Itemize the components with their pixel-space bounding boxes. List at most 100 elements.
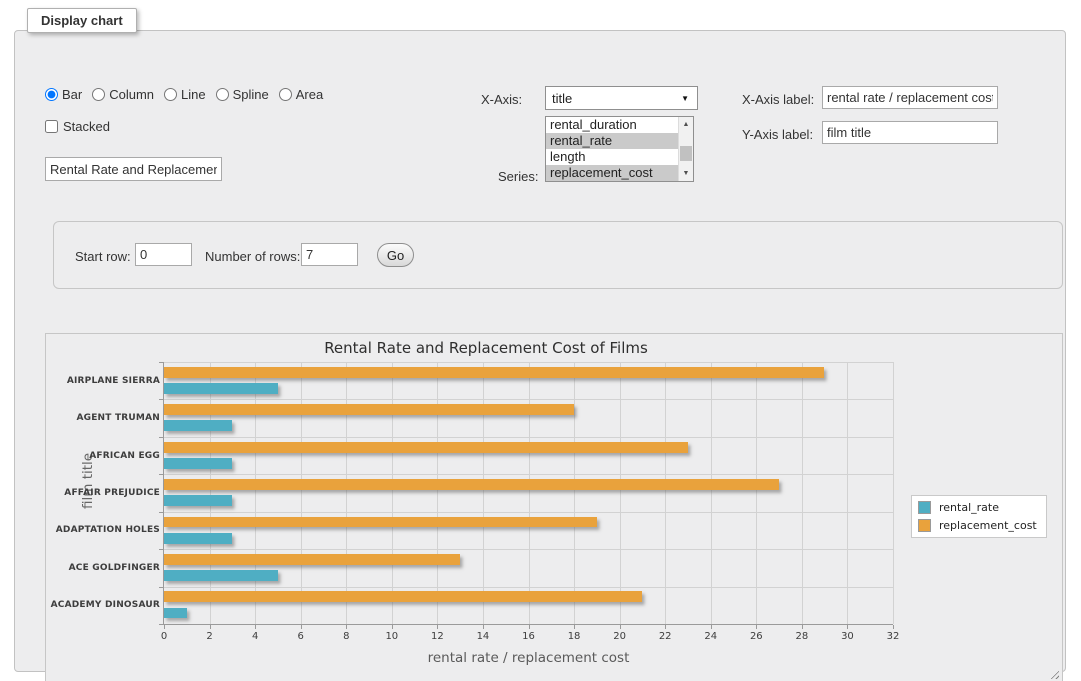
bar <box>164 495 232 506</box>
xtick-label: 12 <box>431 631 444 642</box>
axis-line <box>163 624 893 625</box>
grid-v <box>847 362 848 624</box>
tickmark <box>756 625 757 629</box>
tickmark <box>802 625 803 629</box>
cat-label: AFFAIR PREJUDICE <box>48 488 160 498</box>
num-rows-label: Number of rows: <box>205 249 300 264</box>
go-button[interactable]: Go <box>377 243 414 267</box>
grid-v <box>346 362 347 624</box>
grid-v <box>210 362 211 624</box>
xtick-label: 2 <box>206 631 212 642</box>
xtick-label: 16 <box>522 631 535 642</box>
series-option-rental_rate[interactable]: rental_rate <box>546 133 678 149</box>
grid-h <box>164 549 893 550</box>
legend-swatch <box>918 501 931 514</box>
bar <box>164 554 460 565</box>
stacked-label: Stacked <box>63 119 110 134</box>
chart-type-column[interactable]: Column <box>92 87 154 102</box>
chart-legend: rental_rate replacement_cost <box>911 495 1047 538</box>
x-axis-selected-value: title <box>552 91 572 106</box>
grid-v <box>756 362 757 624</box>
series-listbox[interactable]: rental_durationrental_ratelengthreplacem… <box>545 116 694 182</box>
scrollbar-thumb[interactable] <box>680 146 692 161</box>
chart-container: Rental Rate and Replacement Cost of Film… <box>45 333 1063 681</box>
axis-line <box>163 362 164 625</box>
radio-line[interactable] <box>164 88 177 101</box>
grid-h <box>164 587 893 588</box>
x-axis-label-input[interactable] <box>822 86 998 109</box>
cat-label: AIRPLANE SIERRA <box>48 376 160 386</box>
chart-type-area[interactable]: Area <box>279 87 323 102</box>
chart-type-radios: Bar Column Line Spline Area <box>45 87 327 102</box>
bar <box>164 570 278 581</box>
grid-v <box>665 362 666 624</box>
series-option-length[interactable]: length <box>546 149 678 165</box>
scroll-down-icon[interactable]: ▼ <box>679 166 693 181</box>
chevron-down-icon: ▼ <box>681 94 689 103</box>
xtick-label: 24 <box>704 631 717 642</box>
chart-type-bar[interactable]: Bar <box>45 87 82 102</box>
chart-type-label: Line <box>181 87 206 102</box>
chart-type-label: Column <box>109 87 154 102</box>
cat-label: AFRICAN EGG <box>48 451 160 461</box>
num-rows-input[interactable] <box>301 243 358 266</box>
x-axis-label: X-Axis: <box>481 92 522 107</box>
x-axis-select[interactable]: title ▼ <box>545 86 698 110</box>
radio-area[interactable] <box>279 88 292 101</box>
legend-item-rental_rate: rental_rate <box>918 501 1037 514</box>
chart-title-input[interactable] <box>45 157 222 181</box>
plot-area: 02468101214161820222426283032AIRPLANE SI… <box>46 334 1062 681</box>
tickmark <box>392 625 393 629</box>
x-axis-label-field-label: X-Axis label: <box>742 92 814 107</box>
tickmark <box>847 625 848 629</box>
series-label: Series: <box>498 169 538 184</box>
grid-h <box>164 474 893 475</box>
chart-type-spline[interactable]: Spline <box>216 87 269 102</box>
y-axis-label-field-label: Y-Axis label: <box>742 127 813 142</box>
radio-bar[interactable] <box>45 88 58 101</box>
chart-type-label: Spline <box>233 87 269 102</box>
tickmark <box>301 625 302 629</box>
cat-label: ACADEMY DINOSAUR <box>48 600 160 610</box>
grid-h <box>164 399 893 400</box>
series-scrollbar[interactable]: ▲ ▼ <box>678 117 693 181</box>
series-option-replacement_cost[interactable]: replacement_cost <box>546 165 678 181</box>
y-axis-label-input[interactable] <box>822 121 998 144</box>
tickmark <box>483 625 484 629</box>
bar <box>164 458 232 469</box>
grid-v <box>893 362 894 624</box>
panel-title: Display chart <box>27 8 137 33</box>
xtick-label: 18 <box>568 631 581 642</box>
series-listbox-options: rental_durationrental_ratelengthreplacem… <box>546 117 678 181</box>
bar <box>164 479 779 490</box>
legend-item-replacement_cost: replacement_cost <box>918 519 1037 532</box>
page: BarColumnLineSplineArea Stacked X-Axis: … <box>0 0 1081 681</box>
xtick-label: 32 <box>887 631 900 642</box>
legend-label: replacement_cost <box>939 519 1037 532</box>
start-row-label: Start row: <box>75 249 131 264</box>
chart-type-line[interactable]: Line <box>164 87 206 102</box>
grid-v <box>574 362 575 624</box>
xtick-label: 28 <box>796 631 809 642</box>
display-chart-panel: BarColumnLineSplineArea Stacked X-Axis: … <box>14 30 1066 672</box>
grid-v <box>392 362 393 624</box>
tickmark <box>210 625 211 629</box>
grid-v <box>483 362 484 624</box>
xtick-label: 20 <box>613 631 626 642</box>
stacked-checkbox[interactable] <box>45 120 58 133</box>
grid-h <box>164 512 893 513</box>
xtick-label: 0 <box>161 631 167 642</box>
start-row-input[interactable] <box>135 243 192 266</box>
radio-spline[interactable] <box>216 88 229 101</box>
chart-type-label: Area <box>296 87 323 102</box>
scrollbar-track[interactable] <box>679 132 693 166</box>
radio-column[interactable] <box>92 88 105 101</box>
scroll-up-icon[interactable]: ▲ <box>679 117 693 132</box>
bar <box>164 404 574 415</box>
xtick-label: 14 <box>477 631 490 642</box>
xtick-label: 26 <box>750 631 763 642</box>
xtick-label: 8 <box>343 631 349 642</box>
series-option-rental_duration[interactable]: rental_duration <box>546 117 678 133</box>
tickmark <box>164 625 165 629</box>
bar <box>164 533 232 544</box>
